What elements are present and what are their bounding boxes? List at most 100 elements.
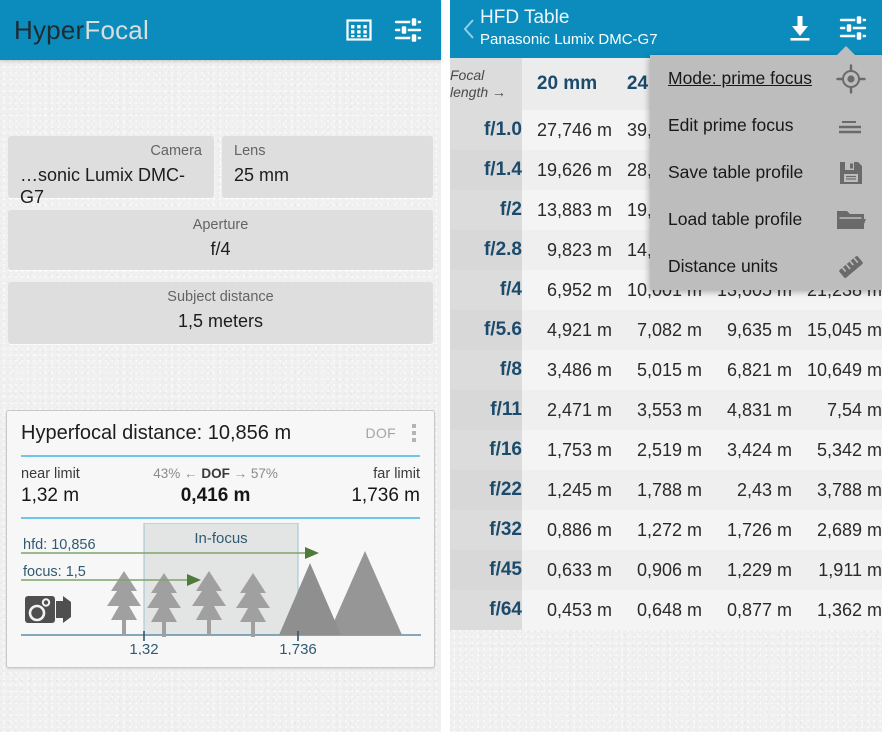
subject-distance-field[interactable]: Subject distance 1,5 meters [8,282,433,344]
fstop-cell[interactable]: f/45 [450,550,522,590]
table-row: f/64 0,453 m 0,648 m 0,877 m 1,362 m [450,590,882,630]
corner-line-2: length → [450,84,507,100]
aperture-field[interactable]: Aperture f/4 [8,210,433,270]
table-row: f/16 1,753 m 2,519 m 3,424 m 5,342 m [450,430,882,470]
fstop-cell[interactable]: f/16 [450,430,522,470]
hfd-value-cell[interactable]: 10,649 m [792,350,882,390]
hfd-value-cell[interactable]: 1,753 m [522,430,612,470]
hfd-value-cell[interactable]: 5,015 m [612,350,702,390]
column-header[interactable]: 20 mm [522,58,612,110]
menu-item-label: Save table profile [668,162,804,182]
subject-distance-field-label: Subject distance [167,289,274,305]
hfd-value-cell[interactable]: 0,648 m [612,590,702,630]
hfd-value-cell[interactable]: 19,626 m [522,150,612,190]
hfd-value-cell[interactable]: 5,342 m [792,430,882,470]
fstop-cell[interactable]: f/64 [450,590,522,630]
dof-percent-far: → 57% [233,466,278,481]
hfd-value-cell[interactable]: 1,245 m [522,470,612,510]
focus-arrow-label: focus: 1,5 [23,564,86,580]
back-chevron-icon[interactable] [458,14,480,44]
divider-bottom [21,517,420,519]
menu-item-save-table-profile[interactable]: Save table profile [650,149,882,196]
hfd-value-cell[interactable]: 7,54 m [792,390,882,430]
dof-limits-row: near limit 1,32 m 43% ← DOF → 57% 0,416 … [7,457,434,515]
hfd-value-cell[interactable]: 2,519 m [612,430,702,470]
hfd-value-cell[interactable]: 27,746 m [522,110,612,150]
hfd-value-cell[interactable]: 6,952 m [522,270,612,310]
hfd-arrow-head [305,547,319,559]
fstop-cell[interactable]: f/4 [450,270,522,310]
dof-label: DOF [365,425,396,441]
menu-item-edit-prime-focus[interactable]: Edit prime focus [650,102,882,149]
fstop-cell[interactable]: f/2.8 [450,230,522,270]
camera-field-label: Camera [150,143,202,159]
far-limit-caption: far limit [373,466,420,482]
sliders-settings-icon[interactable] [838,12,870,44]
fstop-cell[interactable]: f/1.4 [450,150,522,190]
dof-diagram: In-focus hfd: 10,856 focus: 1,5 1,32 1,7… [21,522,421,658]
vertical-dots-icon[interactable] [404,419,424,447]
lens-field[interactable]: Lens 25 mm [222,136,433,198]
hfd-value-cell[interactable]: 2,471 m [522,390,612,430]
tick-near-label: 1,32 [129,641,158,655]
hfd-value-cell[interactable]: 3,788 m [792,470,882,510]
hfd-value-cell[interactable]: 1,911 m [792,550,882,590]
folder-open-icon [834,203,868,237]
in-focus-label: In-focus [194,530,247,547]
lens-field-label: Lens [234,143,266,159]
dof-value: 0,416 m [180,485,251,506]
fstop-cell[interactable]: f/5.6 [450,310,522,350]
focal-length-corner: Focal length → [450,58,522,110]
hfd-value-cell[interactable]: 1,362 m [792,590,882,630]
hfd-value-cell[interactable]: 0,453 m [522,590,612,630]
menu-item-distance-units[interactable]: Distance units [650,243,882,290]
overflow-menu: Mode: prime focus Edit prime focus Save … [650,46,882,290]
hfd-value-cell[interactable]: 4,831 m [702,390,792,430]
subject-distance-field-value: 1,5 meters [177,311,264,331]
brand-part-focal: Focal [84,14,149,45]
hfd-value-cell[interactable]: 1,272 m [612,510,702,550]
grid-table-icon[interactable] [343,14,375,46]
hfd-value-cell[interactable]: 1,788 m [612,470,702,510]
fstop-cell[interactable]: f/2 [450,190,522,230]
fstop-cell[interactable]: f/32 [450,510,522,550]
menu-caret [836,46,856,56]
near-limit-caption: near limit [21,466,80,482]
brand-part-hyper: Hyper [14,14,85,45]
hfd-value-cell[interactable]: 3,553 m [612,390,702,430]
hfd-value-cell[interactable]: 7,082 m [612,310,702,350]
download-icon[interactable] [784,12,816,44]
hfd-table-panel: HFD Table Panasonic Lumix DMC-G7 Focal l… [450,0,882,732]
menu-item-label: Load table profile [668,209,803,229]
hfd-value-cell[interactable]: 9,635 m [702,310,792,350]
camera-icon [25,596,71,623]
table-row: f/32 0,886 m 1,272 m 1,726 m 2,689 m [450,510,882,550]
menu-item-mode-prime-focus[interactable]: Mode: prime focus [650,55,882,102]
fstop-cell[interactable]: f/8 [450,350,522,390]
hfd-value-cell[interactable]: 15,045 m [792,310,882,350]
page-subtitle: Panasonic Lumix DMC-G7 [480,31,658,48]
list-lines-icon [834,109,868,143]
hfd-value-cell[interactable]: 0,906 m [612,550,702,590]
hfd-value-cell[interactable]: 1,229 m [702,550,792,590]
hfd-value-cell[interactable]: 0,886 m [522,510,612,550]
hfd-value-cell[interactable]: 6,821 m [702,350,792,390]
fstop-cell[interactable]: f/11 [450,390,522,430]
hfd-value-cell[interactable]: 4,921 m [522,310,612,350]
fstop-cell[interactable]: f/22 [450,470,522,510]
table-row: f/11 2,471 m 3,553 m 4,831 m 7,54 m [450,390,882,430]
sliders-settings-icon[interactable] [393,14,425,46]
hfd-value-cell[interactable]: 2,43 m [702,470,792,510]
hfd-value-cell[interactable]: 0,633 m [522,550,612,590]
hfd-value-cell[interactable]: 0,877 m [702,590,792,630]
menu-item-load-table-profile[interactable]: Load table profile [650,196,882,243]
hfd-value-cell[interactable]: 1,726 m [702,510,792,550]
hfd-value-cell[interactable]: 13,883 m [522,190,612,230]
aperture-field-label: Aperture [192,217,249,233]
hfd-value-cell[interactable]: 3,486 m [522,350,612,390]
hfd-value-cell[interactable]: 3,424 m [702,430,792,470]
fstop-cell[interactable]: f/1.0 [450,110,522,150]
hfd-value-cell[interactable]: 9,823 m [522,230,612,270]
hfd-value-cell[interactable]: 2,689 m [792,510,882,550]
camera-field[interactable]: Camera …sonic Lumix DMC-G7 [8,136,214,207]
